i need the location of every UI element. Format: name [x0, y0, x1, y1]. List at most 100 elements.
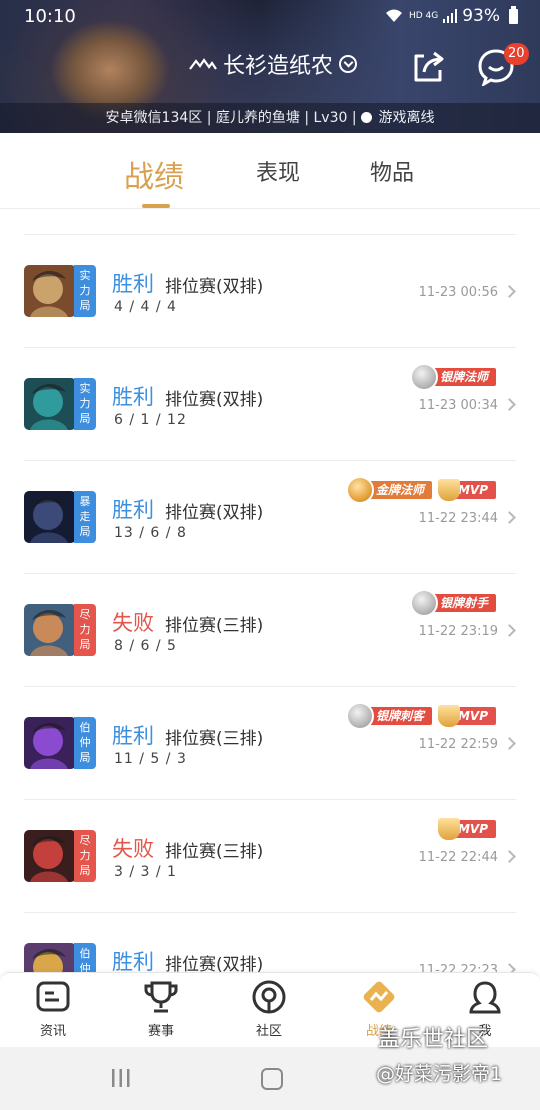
battery-percent: 93%	[462, 6, 500, 26]
medal-label: 银牌刺客	[365, 707, 432, 725]
match-mode: 排位赛(双排)	[165, 390, 264, 410]
chevron-right-icon	[503, 285, 516, 298]
match-row[interactable]: 实力局 胜利 排位赛(双排) 6 / 1 / 12 银牌法师 11-23 00:…	[24, 348, 516, 461]
status-dot-icon	[361, 112, 373, 123]
silver-medal-badge: 银牌射手	[409, 589, 496, 617]
hero-avatar	[24, 717, 76, 769]
mountain-icon	[189, 58, 217, 70]
nav-community-label: 社区	[255, 1024, 282, 1039]
chevron-right-icon	[503, 737, 516, 750]
mvp-trophy-icon	[437, 705, 460, 727]
nav-news[interactable]: 资讯	[8, 979, 98, 1039]
tab-bar: 战绩 表现 物品	[0, 133, 540, 209]
match-type-tag: 尽力局	[74, 604, 96, 656]
match-kda: 8 / 6 / 5	[114, 638, 177, 654]
chevron-right-icon	[503, 850, 516, 863]
profile-banner: 10:10 HD 4G 93% 长衫造纸农 20 安卓微信134区 | 庭儿养的…	[0, 0, 540, 133]
status-icons: HD 4G 93%	[384, 5, 518, 26]
match-result: 失败	[112, 837, 154, 861]
player-info-text: 安卓微信134区 | 庭儿养的鱼塘 | Lv30 |	[105, 110, 357, 126]
hero-portrait-icon	[24, 378, 76, 430]
match-badges: 银牌法师	[409, 362, 496, 392]
gold-medal-icon	[345, 476, 374, 504]
silver-medal-icon	[409, 363, 438, 391]
match-mode: 排位赛(双排)	[165, 503, 264, 523]
home-button[interactable]	[261, 1068, 283, 1090]
match-result: 胜利	[112, 724, 154, 748]
tab-items[interactable]: 物品	[370, 155, 414, 187]
silver-medal-badge: 银牌法师	[409, 363, 496, 391]
status-bar: 10:10 HD 4G 93%	[0, 0, 540, 34]
nav-events-label: 赛事	[147, 1024, 174, 1039]
hero-portrait-icon	[24, 265, 76, 317]
match-time: 11-22 22:59	[418, 737, 498, 752]
silver-medal-icon	[345, 702, 374, 730]
match-result: 失败	[112, 611, 154, 635]
player-name: 长衫造纸农	[222, 54, 333, 79]
match-result: 胜利	[112, 385, 154, 409]
active-tab-indicator	[142, 204, 170, 208]
nav-community[interactable]: 社区	[224, 979, 314, 1039]
network-type: HD 4G	[408, 11, 439, 21]
hero-avatar	[24, 491, 76, 543]
match-time: 11-22 22:44	[418, 850, 498, 865]
match-row[interactable]: 实力局 胜利 排位赛(双排) 4 / 4 / 4 11-23 00:56	[24, 235, 516, 348]
chevron-right-icon	[503, 511, 516, 524]
player-name-row[interactable]: 长衫造纸农	[0, 48, 540, 88]
match-type-tag: 伯仲局	[74, 717, 96, 769]
match-type-tag: 暴走局	[74, 491, 96, 543]
recent-apps-icon[interactable]	[111, 1069, 131, 1087]
match-badges: 银牌射手	[409, 588, 496, 618]
watermark-line2: @好菜污影帝1	[376, 1063, 503, 1085]
match-time: 11-23 00:56	[418, 285, 498, 300]
match-row[interactable]: 尽力局 失败 排位赛(三排) 8 / 6 / 5 银牌射手 11-22 23:1…	[24, 574, 516, 687]
match-mode: 排位赛(双排)	[165, 277, 264, 297]
match-kda: 13 / 6 / 8	[114, 525, 187, 541]
match-result: 胜利	[112, 498, 154, 522]
status-time: 10:10	[24, 6, 76, 27]
hero-avatar	[24, 604, 76, 656]
match-type-tag: 实力局	[74, 265, 96, 317]
chevron-right-icon	[503, 398, 516, 411]
mvp-badge: MVP	[437, 816, 496, 842]
medal-label: 银牌法师	[429, 368, 496, 386]
wifi-icon	[385, 9, 402, 22]
match-mode: 排位赛(三排)	[165, 729, 264, 749]
community-icon	[252, 980, 286, 1014]
match-kda: 6 / 1 / 12	[114, 412, 187, 428]
silver-medal-icon	[409, 589, 438, 617]
chevron-right-icon	[503, 624, 516, 637]
mvp-badge: MVP	[437, 703, 496, 729]
chevron-down-icon[interactable]	[339, 55, 357, 73]
battery-icon	[509, 5, 518, 24]
hero-avatar	[24, 830, 76, 882]
hero-portrait-icon	[24, 717, 76, 769]
medal-label: 金牌法师	[365, 481, 432, 499]
trophy-icon	[144, 981, 178, 1013]
match-result: 胜利	[112, 272, 154, 296]
news-icon	[36, 981, 70, 1012]
match-type-tag: 实力局	[74, 378, 96, 430]
match-kda: 4 / 4 / 4	[114, 299, 177, 315]
match-time: 11-23 00:34	[418, 398, 498, 413]
signal-icon	[443, 9, 458, 23]
chat-unread-badge: 20	[504, 43, 529, 65]
tab-performance[interactable]: 表现	[256, 155, 300, 187]
tab-records[interactable]: 战绩	[124, 152, 184, 196]
match-time: 11-22 23:19	[418, 624, 498, 639]
match-kda: 3 / 3 / 1	[114, 864, 177, 880]
match-row[interactable]: 暴走局 胜利 排位赛(双排) 13 / 6 / 8 金牌法师 MVP 11-22…	[24, 461, 516, 574]
online-status: 游戏离线	[378, 110, 435, 126]
hero-avatar	[24, 378, 76, 430]
nav-news-label: 资讯	[39, 1024, 66, 1039]
nav-events[interactable]: 赛事	[116, 979, 206, 1039]
share-icon[interactable]	[410, 48, 448, 86]
hero-avatar	[24, 265, 76, 317]
watermark-line1: 盖乐世社区	[378, 1027, 489, 1052]
match-mode: 排位赛(三排)	[165, 842, 264, 862]
match-row[interactable]: 伯仲局 胜利 排位赛(三排) 11 / 5 / 3 银牌刺客 MVP 11-22…	[24, 687, 516, 800]
match-row[interactable]: 尽力局 失败 排位赛(三排) 3 / 3 / 1 MVP 11-22 22:44	[24, 800, 516, 913]
match-badges: 银牌刺客 MVP	[345, 701, 496, 731]
hero-portrait-icon	[24, 830, 76, 882]
profile-icon	[469, 981, 501, 1014]
